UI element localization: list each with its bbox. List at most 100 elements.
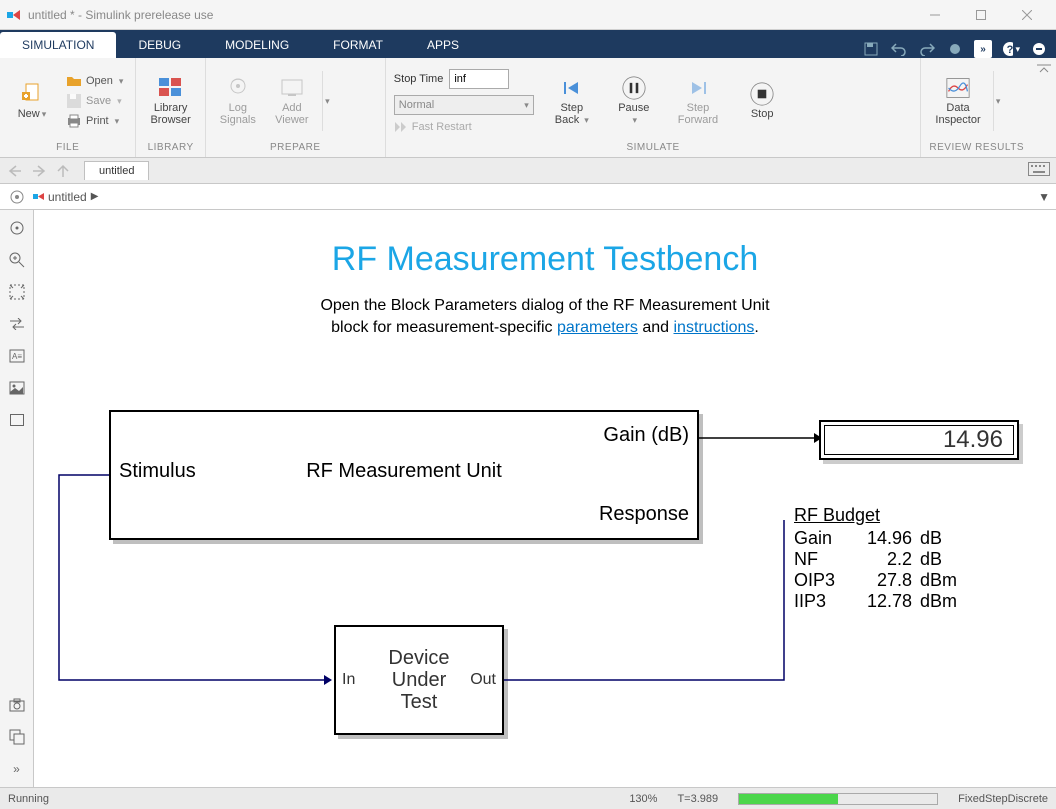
breadcrumb-dropdown-icon[interactable]: ▼ bbox=[1038, 190, 1050, 204]
zoom-in-icon[interactable] bbox=[7, 250, 27, 270]
status-solver[interactable]: FixedStepDiscrete bbox=[958, 793, 1048, 805]
maximize-button[interactable] bbox=[958, 0, 1004, 30]
collapse-toolstrip-icon[interactable] bbox=[1030, 40, 1048, 58]
tab-apps[interactable]: APPS bbox=[405, 32, 481, 58]
save-button[interactable]: Save▾ bbox=[62, 92, 127, 110]
model-root-icon[interactable] bbox=[6, 186, 28, 208]
window-title: untitled * - Simulink prerelease use bbox=[28, 8, 912, 22]
budget-row-nf: NF2.2dB bbox=[794, 549, 957, 570]
toolstrip-file-group: New▾ Open▾ Save▾ Print▾ FILE bbox=[0, 58, 136, 157]
palette-sidebar: A≡ » bbox=[0, 210, 34, 787]
sim-mode-value: Normal bbox=[399, 99, 434, 111]
wire-gain-to-display bbox=[699, 428, 824, 448]
log-signals-label: Log Signals bbox=[220, 102, 256, 126]
pause-button[interactable]: Pause▾ bbox=[610, 72, 658, 130]
tab-debug[interactable]: DEBUG bbox=[116, 32, 203, 58]
desc-line2b: and bbox=[638, 319, 674, 336]
tab-simulation[interactable]: SIMULATION bbox=[0, 32, 116, 58]
close-button[interactable] bbox=[1004, 0, 1050, 30]
stoptime-input[interactable] bbox=[449, 69, 509, 89]
main-area: A≡ » RF Measurement Testbench Open the B… bbox=[0, 210, 1056, 787]
copy-icon[interactable] bbox=[7, 727, 27, 747]
record-icon[interactable] bbox=[946, 40, 964, 58]
new-button[interactable]: New▾ bbox=[8, 78, 56, 124]
desc-line1: Open the Block Parameters dialog of the … bbox=[320, 297, 769, 314]
toolstrip: New▾ Open▾ Save▾ Print▾ FILE Library Bro… bbox=[0, 58, 1056, 158]
shortcuts-icon[interactable]: » bbox=[974, 40, 992, 58]
toggle-arrows-icon[interactable] bbox=[7, 314, 27, 334]
fast-restart-button[interactable]: Fast Restart bbox=[394, 121, 534, 133]
status-bar: Running 130% T=3.989 FixedStepDiscrete bbox=[0, 787, 1056, 809]
status-time: T=3.989 bbox=[677, 793, 718, 805]
minimize-button[interactable] bbox=[912, 0, 958, 30]
instructions-link[interactable]: instructions bbox=[674, 319, 755, 336]
data-inspector-button[interactable]: Data Inspector bbox=[929, 72, 986, 130]
desc-line2c: . bbox=[754, 319, 758, 336]
open-label: Open bbox=[86, 75, 113, 87]
file-group-label: FILE bbox=[8, 140, 127, 157]
toolstrip-collapse-icon[interactable] bbox=[1032, 58, 1056, 157]
print-button[interactable]: Print▾ bbox=[62, 112, 127, 130]
fit-icon[interactable] bbox=[7, 282, 27, 302]
step-back-button[interactable]: Step Back ▾ bbox=[548, 72, 596, 130]
library-group-label: LIBRARY bbox=[144, 140, 196, 157]
stoptime-label: Stop Time bbox=[394, 73, 444, 85]
status-zoom[interactable]: 130% bbox=[629, 793, 657, 805]
open-button[interactable]: Open▾ bbox=[62, 72, 127, 90]
nav-forward-icon[interactable] bbox=[30, 162, 48, 180]
log-signals-button: Log Signals bbox=[214, 72, 262, 130]
data-inspector-label: Data Inspector bbox=[935, 102, 980, 126]
breadcrumb-chevron-icon[interactable]: ▶ bbox=[91, 191, 99, 202]
rf-measurement-unit-block[interactable]: Stimulus RF Measurement Unit Gain (dB) R… bbox=[109, 410, 699, 540]
canvas-description: Open the Block Parameters dialog of the … bbox=[34, 295, 1056, 340]
new-label: New bbox=[18, 108, 40, 120]
stop-button[interactable]: Stop bbox=[738, 78, 786, 124]
toolstrip-library-group: Library Browser LIBRARY bbox=[136, 58, 205, 157]
image-icon[interactable] bbox=[7, 378, 27, 398]
parameters-link[interactable]: parameters bbox=[557, 319, 638, 336]
desc-line2a: block for measurement-specific bbox=[331, 319, 557, 336]
help-icon[interactable]: ?▾ bbox=[1002, 40, 1020, 58]
library-browser-button[interactable]: Library Browser bbox=[144, 72, 196, 130]
annotation-icon[interactable]: A≡ bbox=[7, 346, 27, 366]
dut-port-in: In bbox=[342, 671, 355, 689]
sim-mode-select[interactable]: Normal▾ bbox=[394, 95, 534, 115]
budget-row-gain: Gain14.96dB bbox=[794, 528, 957, 549]
nav-up-icon[interactable] bbox=[54, 162, 72, 180]
main-tabs: SIMULATION DEBUG MODELING FORMAT APPS » … bbox=[0, 30, 1056, 58]
dut-block-name: Device Under Test bbox=[388, 647, 449, 713]
rectangle-icon[interactable] bbox=[7, 410, 27, 430]
save-quick-icon[interactable] bbox=[862, 40, 880, 58]
canvas[interactable]: RF Measurement Testbench Open the Block … bbox=[34, 210, 1056, 787]
prepare-expand-icon[interactable]: ▾ bbox=[322, 71, 332, 131]
step-back-label: Step Back bbox=[555, 102, 583, 126]
undo-icon[interactable] bbox=[890, 40, 908, 58]
target-icon[interactable] bbox=[7, 218, 27, 238]
expand-icon[interactable]: » bbox=[7, 759, 27, 779]
pause-label: Pause bbox=[618, 102, 649, 114]
titlebar: untitled * - Simulink prerelease use bbox=[0, 0, 1056, 30]
keyboard-icon[interactable] bbox=[1028, 162, 1050, 179]
fast-restart-label: Fast Restart bbox=[412, 121, 472, 133]
save-label: Save bbox=[86, 95, 111, 107]
nav-back-icon[interactable] bbox=[6, 162, 24, 180]
rf-block-name: RF Measurement Unit bbox=[111, 460, 697, 483]
svg-text:A≡: A≡ bbox=[12, 352, 22, 361]
tab-modeling[interactable]: MODELING bbox=[203, 32, 311, 58]
budget-title: RF Budget bbox=[794, 505, 957, 526]
camera-icon[interactable] bbox=[7, 695, 27, 715]
review-group-label: REVIEW RESULTS bbox=[929, 140, 1024, 157]
breadcrumb-text[interactable]: untitled bbox=[48, 190, 87, 204]
tab-format[interactable]: FORMAT bbox=[311, 32, 405, 58]
display-block[interactable]: 14.96 bbox=[819, 420, 1019, 460]
budget-row-oip3: OIP327.8dBm bbox=[794, 570, 957, 591]
progress-bar bbox=[738, 793, 938, 805]
svg-text:?: ? bbox=[1007, 44, 1014, 56]
device-under-test-block[interactable]: In Device Under Test Out bbox=[334, 625, 504, 735]
model-icon bbox=[32, 190, 46, 204]
nav-row: untitled bbox=[0, 158, 1056, 184]
review-expand-icon[interactable]: ▾ bbox=[993, 71, 1003, 131]
display-value: 14.96 bbox=[824, 425, 1014, 455]
document-tab[interactable]: untitled bbox=[84, 161, 149, 180]
redo-icon[interactable] bbox=[918, 40, 936, 58]
